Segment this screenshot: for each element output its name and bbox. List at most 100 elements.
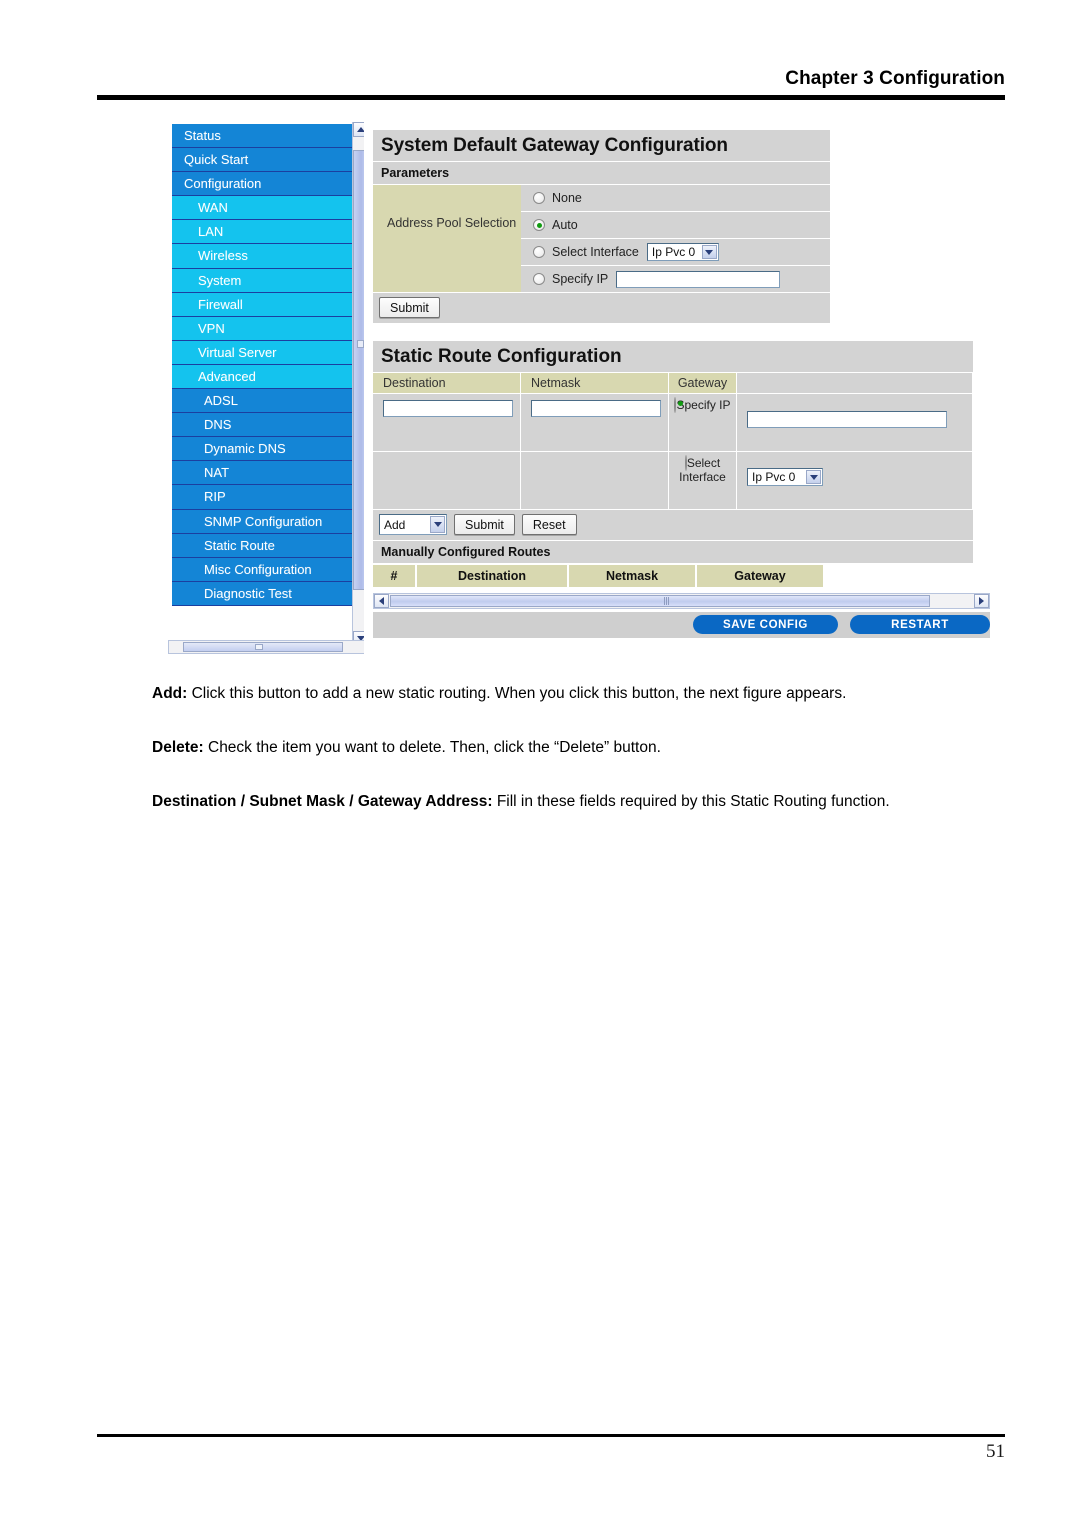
static-route-panel-title: Static Route Configuration — [373, 341, 973, 372]
radio-gateway-select-interface[interactable] — [684, 455, 687, 471]
gateway-interface-value: Ip Pvc 0 — [752, 470, 796, 484]
scroll-right-arrow-icon[interactable] — [974, 594, 989, 608]
gateway-mode-select-interface[interactable]: Select Interface — [669, 452, 737, 509]
scroll-left-arrow-icon[interactable] — [374, 594, 389, 608]
sidebar-item-snmp-configuration[interactable]: SNMP Configuration — [172, 509, 352, 534]
sidebar-item-dns[interactable]: DNS — [172, 413, 352, 438]
action-dropdown[interactable]: Add — [379, 514, 447, 535]
header-spacer — [737, 373, 973, 393]
action-dropdown-value: Add — [384, 517, 406, 532]
static-route-input-row-select-interface: Select Interface Ip Pvc 0 — [373, 451, 973, 509]
paragraph-delete: Delete: Check the item you want to delet… — [152, 737, 1005, 759]
sidebar-item-lan[interactable]: LAN — [172, 220, 352, 245]
manually-configured-routes-title: Manually Configured Routes — [373, 540, 973, 563]
navigation-list: Status Quick Start Configuration WAN LAN Wire… — [172, 124, 352, 606]
specify-ip-input[interactable] — [616, 270, 781, 288]
term-delete: Delete: — [152, 739, 204, 756]
sidebar-item-wan[interactable]: WAN — [172, 196, 352, 221]
sidebar-hscroll-grip-icon — [255, 644, 263, 650]
scroll-up-arrow-icon[interactable] — [353, 122, 364, 137]
sidebar-item-nat[interactable]: NAT — [172, 461, 352, 486]
gateway-interface-cell: Ip Pvc 0 — [737, 452, 973, 509]
system-default-gateway-panel: System Default Gateway Configuration Par… — [373, 130, 830, 323]
static-route-input-row-specify-ip: Specify IP — [373, 393, 973, 451]
sidebar-item-virtual-server[interactable]: Virtual Server — [172, 340, 352, 365]
gateway-ip-input[interactable] — [747, 411, 947, 428]
sidebar-item-firewall[interactable]: Firewall — [172, 292, 352, 317]
address-pool-selection-label: Address Pool Selection — [373, 185, 521, 292]
text-add: Click this button to add a new static ro… — [187, 685, 847, 702]
gateway-interface-dropdown[interactable]: Ip Pvc 0 — [747, 468, 823, 486]
routes-column-header: # — [373, 565, 417, 587]
label-select-interface: Select Interface — [552, 245, 639, 259]
destination-input[interactable] — [383, 400, 513, 417]
sidebar-scroll-grip-icon — [357, 340, 364, 348]
text-delete: Check the item you want to delete. Then,… — [203, 739, 661, 756]
sidebar-item-system[interactable]: System — [172, 268, 352, 293]
netmask-input[interactable] — [531, 400, 661, 417]
label-none: None — [552, 191, 582, 205]
netmask-cell — [521, 394, 669, 451]
option-row-auto[interactable]: Auto — [521, 212, 830, 239]
gateway-panel-title: System Default Gateway Configuration — [373, 130, 830, 161]
sidebar-item-advanced[interactable]: Advanced — [172, 364, 352, 390]
radio-none[interactable] — [533, 192, 545, 204]
sidebar-item-configuration[interactable]: Configuration — [172, 172, 352, 197]
content-hscroll-thumb[interactable] — [390, 595, 930, 607]
sidebar-scroll-thumb[interactable] — [353, 150, 364, 590]
routes-table-header: # Destination Netmask Gateway — [373, 563, 973, 587]
static-route-submit-button[interactable]: Submit — [454, 514, 515, 535]
page-number: 51 — [986, 1441, 1005, 1462]
option-row-none[interactable]: None — [521, 185, 830, 212]
sidebar-hscroll-thumb[interactable] — [183, 642, 343, 652]
sidebar-item-vpn[interactable]: VPN — [172, 316, 352, 341]
radio-specify-ip[interactable] — [533, 273, 545, 285]
sidebar-item-adsl[interactable]: ADSL — [172, 389, 352, 414]
radio-select-interface[interactable] — [533, 246, 545, 258]
save-config-button[interactable]: SAVE CONFIG — [693, 615, 838, 634]
gateway-parameters-subtitle: Parameters — [373, 161, 830, 184]
sidebar-item-misc-configuration[interactable]: Misc Configuration — [172, 557, 352, 582]
paragraph-destination: Destination / Subnet Mask / Gateway Addr… — [152, 791, 1005, 813]
restart-button[interactable]: RESTART — [850, 615, 990, 634]
document-page: Chapter 3 Configuration Status Quick Star… — [0, 0, 1080, 1528]
option-row-select-interface[interactable]: Select Interface Ip Pvc 0 — [521, 239, 830, 266]
routes-column-header: Destination — [417, 565, 569, 587]
chevron-down-icon[interactable] — [701, 245, 717, 259]
navigation-sidebar: Status Quick Start Configuration WAN LAN Wire… — [168, 122, 364, 654]
sidebar-item-dynamic-dns[interactable]: Dynamic DNS — [172, 437, 352, 462]
chevron-down-icon[interactable] — [806, 470, 821, 484]
sidebar-item-rip[interactable]: RIP — [172, 485, 352, 510]
term-add: Add: — [152, 685, 188, 702]
static-route-table-header: Destination Netmask Gateway — [373, 372, 973, 393]
sidebar-horizontal-scrollbar[interactable] — [168, 640, 364, 654]
bottom-action-bar: SAVE CONFIG RESTART — [373, 611, 990, 638]
sidebar-item-static-route[interactable]: Static Route — [172, 533, 352, 558]
sidebar-item-quick-start[interactable]: Quick Start — [172, 148, 352, 173]
netmask-cell-empty — [521, 452, 669, 509]
gateway-ip-cell — [737, 394, 973, 451]
interface-dropdown[interactable]: Ip Pvc 0 — [646, 243, 719, 261]
header-netmask: Netmask — [521, 373, 669, 393]
term-destination: Destination / Subnet Mask / Gateway Addr… — [152, 793, 493, 810]
destination-cell — [373, 394, 521, 451]
routes-column-header: Gateway — [697, 565, 825, 587]
label-specify-ip: Specify IP — [552, 272, 609, 286]
routes-column-header: Netmask — [569, 565, 697, 587]
content-horizontal-scrollbar[interactable] — [373, 593, 990, 609]
option-row-specify-ip[interactable]: Specify IP — [521, 266, 830, 292]
destination-cell-empty — [373, 452, 521, 509]
text-destination: Fill in these fields required by this St… — [492, 793, 890, 810]
sidebar-item-wireless[interactable]: Wireless — [172, 244, 352, 269]
chevron-down-icon[interactable] — [430, 516, 445, 533]
gateway-submit-button[interactable]: Submit — [379, 297, 440, 318]
static-route-action-row: Add Submit Reset — [373, 509, 973, 540]
sidebar-vertical-scrollbar[interactable] — [352, 122, 364, 646]
sidebar-item-status[interactable]: Status — [172, 124, 352, 149]
sidebar-item-diagnostic-test[interactable]: Diagnostic Test — [172, 581, 352, 606]
main-content-area: System Default Gateway Configuration Par… — [373, 122, 990, 654]
radio-auto[interactable] — [533, 219, 545, 231]
label-auto: Auto — [552, 218, 578, 232]
static-route-reset-button[interactable]: Reset — [521, 514, 577, 535]
gateway-mode-specify-ip[interactable]: Specify IP — [669, 394, 737, 451]
